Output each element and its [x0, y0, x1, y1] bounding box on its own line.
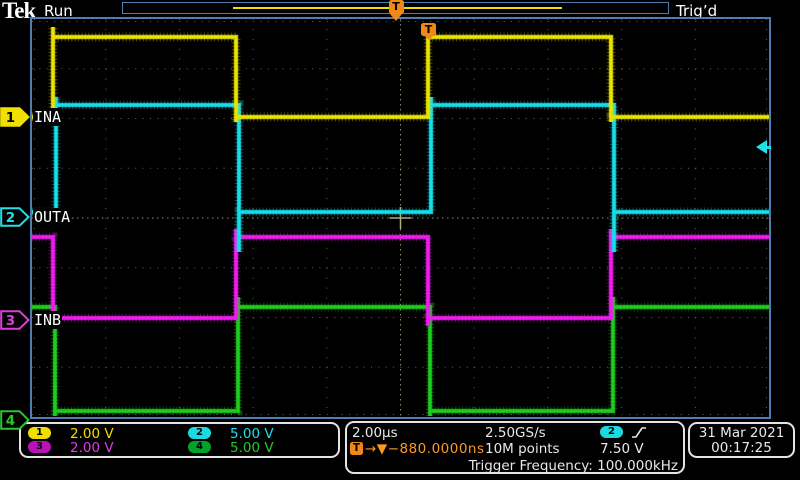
ch1-ground-marker[interactable]: 1: [0, 107, 30, 127]
svg-text:1: 1: [6, 110, 15, 126]
ch3-ground-marker[interactable]: 3: [0, 310, 30, 330]
datetime-readout[interactable]: 31 Mar 2021 00:17:25: [688, 422, 795, 458]
trigger-flag-point: [424, 36, 433, 40]
trigger-level-arrow-tail: [767, 145, 771, 149]
graticule-grid: [32, 19, 769, 417]
svg-text:3: 3: [6, 313, 15, 329]
trigger-flag-t-icon[interactable]: T: [421, 23, 436, 36]
trigger-level-readout: 7.50 V: [600, 441, 644, 457]
trigger-position-t-icon[interactable]: T: [388, 0, 404, 14]
horizontal-trigger-readout[interactable]: 2.00µs 2.50GS/s 2 T →▼−880.0000ns 10M po…: [345, 421, 685, 474]
trigger-position-marker[interactable]: T: [388, 0, 404, 21]
ch4-badge[interactable]: 4: [188, 441, 211, 453]
ch3-badge[interactable]: 3: [28, 441, 51, 453]
trigger-delay-t-icon: T: [350, 442, 363, 455]
time: 00:17:25: [711, 440, 772, 456]
channel-scale-readout[interactable]: 1 2.00 V 2 5.00 V 3 2.00 V 4 5.00 V: [19, 422, 340, 458]
ch3-scale: 2.00 V: [70, 440, 114, 456]
ch2-label: OUTA: [33, 208, 72, 226]
trigger-level-arrow[interactable]: [756, 140, 771, 154]
ch2-ground-marker[interactable]: 2: [0, 207, 30, 227]
ch3-label: INB: [33, 311, 63, 329]
ch2-badge[interactable]: 2: [188, 427, 211, 439]
ch1-badge[interactable]: 1: [28, 427, 51, 439]
svg-text:4: 4: [6, 413, 15, 429]
waveform-display: [32, 19, 769, 417]
trigger-point-flag[interactable]: T: [421, 23, 436, 40]
date: 31 Mar 2021: [698, 425, 785, 441]
trigger-frequency: Trigger Frequency: 100.000kHz: [468, 458, 678, 474]
ch4-scale: 5.00 V: [230, 440, 274, 456]
ch1-label: INA: [33, 108, 63, 126]
trigger-level-arrow-icon: [756, 140, 767, 154]
record-length: 10M points: [485, 441, 560, 457]
oscilloscope-screen: Tek Run T Trig’d T 1 INA 2 OUTA 3 INB 4 1 2…: [0, 0, 800, 480]
trigger-position-readout: →▼−880.0000ns: [365, 441, 485, 457]
ch4-ground-marker[interactable]: 4: [0, 410, 30, 430]
trigger-position-arrow-icon: [390, 14, 402, 21]
svg-text:2: 2: [6, 210, 15, 226]
sample-rate: 2.50GS/s: [485, 425, 546, 441]
trigger-slope-icon: [632, 427, 646, 438]
horizontal-scale: 2.00µs: [352, 425, 398, 441]
trigger-source-badge[interactable]: 2: [600, 426, 623, 438]
